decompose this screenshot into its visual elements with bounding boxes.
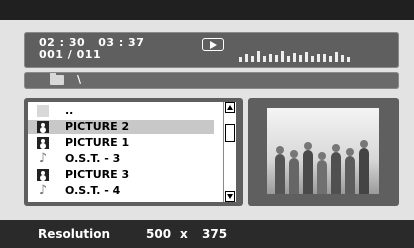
list-scrollbar[interactable] bbox=[223, 102, 236, 202]
photo-figure bbox=[359, 140, 369, 194]
list-item-ost-4[interactable]: ♪ O.S.T. - 4 bbox=[28, 184, 214, 198]
photo-figure bbox=[331, 144, 341, 194]
music-note-icon: ♪ bbox=[38, 183, 48, 198]
list-item-label: .. bbox=[65, 104, 74, 117]
folder-icon bbox=[50, 73, 64, 85]
top-bar bbox=[0, 0, 414, 20]
equalizer-bar bbox=[251, 56, 254, 62]
current-path: \ bbox=[77, 73, 82, 86]
equalizer-bar bbox=[257, 51, 260, 62]
resolution-label: Resolution bbox=[38, 227, 111, 241]
picture-icon bbox=[37, 121, 49, 133]
resolution-separator: x bbox=[180, 227, 188, 241]
equalizer-bar bbox=[329, 56, 332, 62]
list-item-label: O.S.T. - 4 bbox=[65, 184, 121, 197]
equalizer-bar bbox=[263, 56, 266, 62]
equalizer-bar bbox=[335, 52, 338, 62]
equalizer-bar bbox=[269, 54, 272, 62]
photo-preview bbox=[267, 108, 379, 194]
equalizer-bar bbox=[323, 54, 326, 62]
photo-figure bbox=[303, 142, 313, 194]
equalizer-bar bbox=[347, 57, 350, 62]
photo-figure bbox=[317, 152, 327, 194]
list-item-picture-2[interactable]: PICTURE 2 bbox=[28, 120, 214, 134]
scroll-up-arrow-icon[interactable] bbox=[225, 102, 235, 113]
equalizer-bar bbox=[275, 55, 278, 62]
equalizer-bar bbox=[305, 52, 308, 62]
scroll-thumb[interactable] bbox=[225, 124, 235, 142]
list-item-ost-3[interactable]: ♪ O.S.T. - 3 bbox=[28, 152, 214, 166]
file-list-panel: .. PICTURE 2 PICTURE 1 ♪ O.S.T. - 3 PICT… bbox=[24, 98, 243, 206]
photo-figure bbox=[289, 150, 299, 194]
list-item-label: PICTURE 1 bbox=[65, 136, 130, 149]
playback-info-panel: 02 : 30 03 : 37 001 / 011 bbox=[24, 32, 399, 68]
equalizer-bar bbox=[299, 55, 302, 62]
equalizer-bar bbox=[239, 57, 242, 62]
file-list: .. PICTURE 2 PICTURE 1 ♪ O.S.T. - 3 PICT… bbox=[28, 102, 236, 202]
equalizer-bar bbox=[281, 51, 284, 62]
scroll-down-arrow-icon[interactable] bbox=[225, 191, 235, 202]
status-bar: Resolution 500 x 375 bbox=[0, 220, 414, 248]
list-item-picture-3[interactable]: PICTURE 3 bbox=[28, 168, 214, 182]
photo-figure bbox=[275, 146, 285, 194]
music-note-icon: ♪ bbox=[38, 151, 48, 166]
play-icon[interactable] bbox=[202, 38, 224, 51]
list-item-picture-1[interactable]: PICTURE 1 bbox=[28, 136, 214, 150]
equalizer-bar bbox=[287, 56, 290, 62]
track-counter: 001 / 011 bbox=[39, 48, 102, 61]
equalizer-bar bbox=[317, 54, 320, 62]
picture-icon bbox=[37, 137, 49, 149]
list-item-label: PICTURE 3 bbox=[65, 168, 130, 181]
total-time: 03 : 37 bbox=[98, 36, 145, 49]
equalizer-bar bbox=[293, 53, 296, 62]
preview-panel bbox=[248, 98, 399, 206]
resolution-height: 375 bbox=[202, 227, 228, 241]
equalizer-bar bbox=[341, 55, 344, 62]
list-item-label: O.S.T. - 3 bbox=[65, 152, 121, 165]
list-item-label: PICTURE 2 bbox=[65, 120, 130, 133]
parent-folder-icon bbox=[37, 105, 49, 117]
picture-icon bbox=[37, 169, 49, 181]
equalizer-visualizer bbox=[239, 46, 359, 62]
photo-figure bbox=[345, 148, 355, 194]
equalizer-bar bbox=[311, 56, 314, 62]
list-item-parent[interactable]: .. bbox=[28, 104, 214, 118]
equalizer-bar bbox=[245, 54, 248, 62]
path-bar: \ bbox=[24, 72, 399, 89]
resolution-width: 500 bbox=[146, 227, 172, 241]
